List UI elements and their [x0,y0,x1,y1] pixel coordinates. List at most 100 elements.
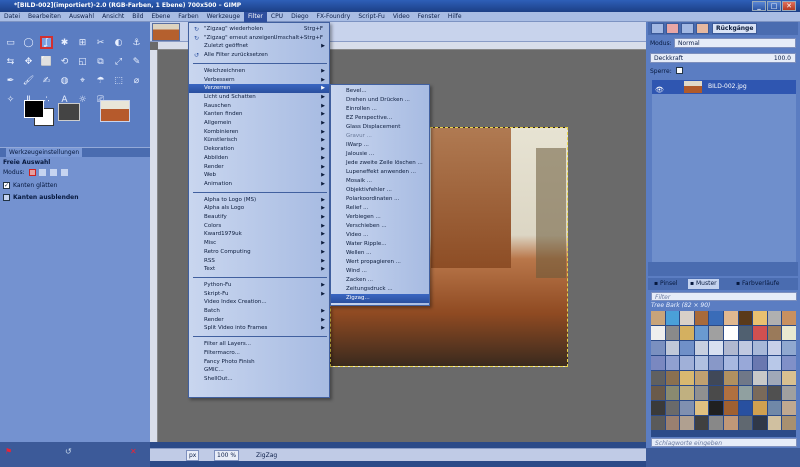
pattern-swatch[interactable] [782,386,796,400]
filter-item-python-fu[interactable]: Python-Fu ▶ [189,281,329,290]
tool-23-icon[interactable]: ⌀ [130,74,143,87]
filter-item-colors[interactable]: Colors ▶ [189,222,329,231]
pattern-swatch[interactable] [709,356,723,370]
distort-item-lupeneffekt-anwenden[interactable]: Lupeneffekt anwenden ... [331,168,429,177]
distort-item-jalousie[interactable]: Jalousie ... [331,150,429,159]
mode-add-button[interactable] [39,169,47,176]
menu-bearbeiten[interactable]: Bearbeiten [24,12,65,22]
pattern-swatch[interactable] [680,371,694,385]
layer-mode-select[interactable]: Normal [674,38,796,48]
pattern-swatch[interactable] [724,341,738,355]
save-options-icon[interactable]: ⚑ [5,447,12,456]
pattern-swatch[interactable] [680,386,694,400]
pattern-swatch[interactable] [665,416,680,430]
filter-item-weichzeichnen[interactable]: Weichzeichnen ▶ [189,67,329,76]
tab-brushes[interactable]: ▪ Pinsel [652,279,679,289]
pattern-swatch[interactable] [709,326,723,340]
pattern-swatch[interactable] [665,356,680,370]
layers-list[interactable] [652,94,796,262]
distort-item-drehen-und-drücken[interactable]: Drehen und Drücken ... [331,96,429,105]
menu-farben[interactable]: Farben [174,12,202,22]
tool-4-icon[interactable]: ⊞ [76,36,89,49]
menu-cpu[interactable]: CPU [267,12,287,22]
pattern-swatch[interactable] [709,341,723,355]
distort-item-zeitungsdruck[interactable]: Zeitungsdruck ... [331,285,429,294]
tool-14-icon[interactable]: ⤢ [112,55,125,68]
tool-16-icon[interactable]: ✒ [4,74,17,87]
pattern-swatch[interactable] [767,371,782,385]
pattern-swatch[interactable] [694,311,709,325]
pattern-swatch[interactable] [680,326,694,340]
filter-item-filter-all-layers[interactable]: Filter all Layers... [189,340,329,349]
filter-item-zigzag-wiederholen[interactable]: ↻ "Zigzag" wiederholen Strg+F [189,25,329,34]
distort-item-zigzag[interactable]: Zigzag... [331,294,429,303]
pattern-swatch[interactable] [694,371,709,385]
pattern-swatch[interactable] [709,371,723,385]
pattern-swatch[interactable] [767,311,782,325]
filter-item-gmic[interactable]: GMIC... [189,366,329,375]
pattern-swatch[interactable] [724,326,738,340]
tool-12-icon[interactable]: ◱ [76,55,89,68]
unit-select[interactable]: px [186,450,200,461]
filter-item-zuletzt-geöffnet[interactable]: Zuletzt geöffnet ▶ [189,42,329,51]
mode-subtract-button[interactable] [50,169,58,176]
filter-item-text[interactable]: Text ▶ [189,265,329,274]
menu-ansicht[interactable]: Ansicht [98,12,128,22]
menu-diego[interactable]: Diego [287,12,312,22]
menu-ebene[interactable]: Ebene [148,12,175,22]
pattern-swatch[interactable] [665,401,680,415]
pattern-swatch[interactable] [782,416,796,430]
antialias-row[interactable]: ✓ Kanten glätten [3,182,57,189]
filter-item-licht-und-schatten[interactable]: Licht und Schatten ▶ [189,93,329,102]
pattern-swatch[interactable] [694,401,709,415]
filter-item-animation[interactable]: Animation ▶ [189,180,329,189]
distort-item-relief[interactable]: Relief ... [331,204,429,213]
menu-video[interactable]: Video [389,12,414,22]
tool-21-icon[interactable]: ☂ [94,74,107,87]
filter-item-misc[interactable]: Misc ▶ [189,239,329,248]
pattern-swatch[interactable] [709,401,723,415]
filter-item-skript-fu[interactable]: Skript-Fu ▶ [189,290,329,299]
pattern-swatch[interactable] [724,386,738,400]
distort-item-einrollen[interactable]: Einrollen ... [331,105,429,114]
pattern-swatch[interactable] [680,311,694,325]
tool-22-icon[interactable]: ⬚ [112,74,125,87]
pattern-swatch[interactable] [651,371,665,385]
distort-item-wellen[interactable]: Wellen ... [331,249,429,258]
distort-item-jede-zweite-zeile-löschen[interactable]: Jede zweite Zeile löschen ... [331,159,429,168]
filter-item-dekoration[interactable]: Dekoration ▶ [189,145,329,154]
distort-item-iwarp[interactable]: IWarp ... [331,141,429,150]
pattern-swatch[interactable] [651,341,665,355]
pattern-swatch[interactable] [782,311,796,325]
pattern-swatch[interactable] [753,341,767,355]
filter-item-allgemein[interactable]: Allgemein ▶ [189,119,329,128]
tab-layers[interactable] [651,23,664,34]
pattern-swatch[interactable] [767,341,782,355]
tool-13-icon[interactable]: ⧉ [94,55,107,68]
close-button[interactable]: ✕ [782,1,796,11]
pattern-swatch[interactable] [782,341,796,355]
distort-item-water-ripple[interactable]: Water Ripple... [331,240,429,249]
pattern-grid[interactable] [651,311,796,437]
filter-item-verzerren[interactable]: Verzerren ▶ [189,84,329,94]
lock-alpha-checkbox[interactable] [676,67,683,74]
pattern-swatch[interactable] [665,311,680,325]
pattern-swatch[interactable] [665,341,680,355]
menu-datei[interactable]: Datei [0,12,24,22]
distort-item-bevel[interactable]: Bevel... [331,87,429,96]
tab-gradients[interactable]: ▪ Farbverläufe [734,279,782,289]
pattern-swatch[interactable] [753,371,767,385]
pattern-filter-input[interactable]: Filter [651,292,797,301]
pattern-swatch[interactable] [680,416,694,430]
pattern-swatch[interactable] [738,356,753,370]
delete-options-icon[interactable]: ✕ [130,447,137,456]
tool-5-icon[interactable]: ✂ [94,36,107,49]
pattern-swatch[interactable] [651,356,665,370]
tool-17-icon[interactable]: 🖌 [22,74,35,87]
tab-undo-history[interactable]: Rückgänge [712,23,758,34]
pattern-swatch[interactable] [665,371,680,385]
tool-18-icon[interactable]: ✍ [40,74,53,87]
pattern-swatch[interactable] [738,401,753,415]
filter-item-kanten-finden[interactable]: Kanten finden ▶ [189,110,329,119]
pattern-swatch[interactable] [767,401,782,415]
